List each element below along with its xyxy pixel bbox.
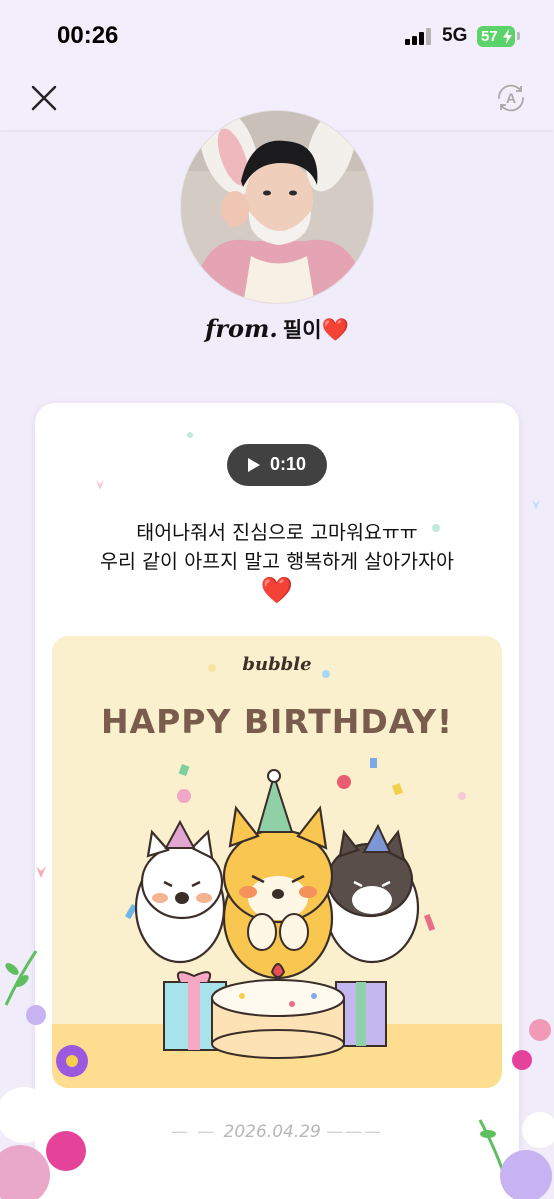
status-time: 00:26: [57, 22, 119, 49]
translate-icon[interactable]: A: [494, 81, 528, 115]
battery-level: 57: [481, 28, 498, 45]
close-icon[interactable]: [26, 80, 62, 116]
sender-row: from. 필이❤️: [0, 314, 554, 344]
heart-emoji: ❤️: [321, 318, 349, 343]
status-bar: 00:26 5G 57: [0, 0, 554, 70]
sender-name: 필이: [282, 318, 322, 342]
charging-bolt-icon: [503, 29, 512, 44]
sparkle-decoration: [36, 432, 540, 878]
signal-icon: [405, 28, 431, 45]
battery-indicator: 57: [477, 26, 515, 47]
svg-text:A: A: [506, 90, 516, 106]
artist-avatar: [180, 110, 374, 304]
from-label: from.: [205, 314, 278, 343]
battery-cap: [517, 32, 520, 40]
network-label: 5G: [442, 25, 468, 46]
